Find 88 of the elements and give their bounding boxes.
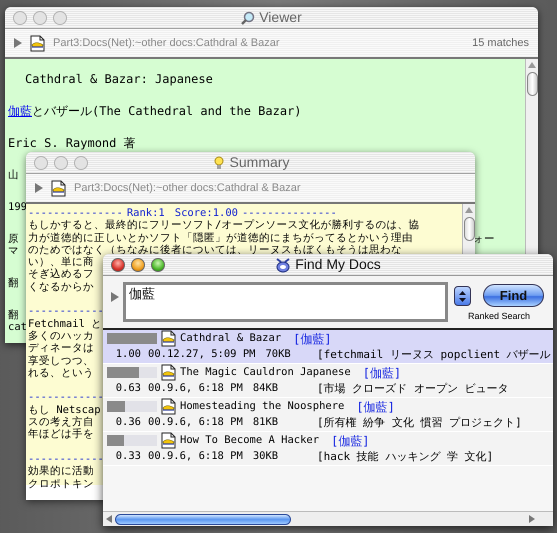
text-fragment: ォー (473, 233, 495, 245)
disclosure-triangle-icon[interactable] (35, 183, 43, 193)
result-row[interactable]: Homesteading the Noosphere [伽藍] 0.36 00.9.6, 6:18 PM 81KB [所有権 紛争 文化 慣習 プロジェクト] (103, 398, 553, 432)
file-path: Part3:Docs(Net):~other docs:Cathdral & Bazar (74, 180, 301, 196)
window-title: Summary (230, 153, 290, 172)
match-term: [伽藍] (293, 330, 332, 348)
text-line: 原 (8, 233, 19, 245)
title-bar[interactable]: Find My Docs (103, 254, 553, 276)
text-line: もし Netscap (28, 404, 101, 416)
document-icon (30, 34, 45, 52)
score-value: 1.00 (114, 347, 141, 362)
document-icon (51, 180, 66, 196)
text-line: れる、という (28, 366, 94, 380)
document-icon (161, 398, 176, 415)
rule-line: ------------ (28, 452, 104, 466)
zoom-button[interactable] (151, 258, 165, 272)
search-field[interactable]: 伽藍 (123, 282, 448, 322)
text-line: 199 (8, 201, 27, 213)
text-line: Eric S. Raymond 著 (8, 137, 136, 149)
text-line: 伽藍 とバザール(The Cathedral and the Bazar) (8, 105, 302, 117)
text-line: スの考え方自 (28, 416, 94, 428)
rule-line: --------------- (242, 207, 337, 219)
text-line: クロポトキン (28, 478, 94, 490)
text-line: くなるからか (28, 280, 94, 294)
keyword-list: [fetchmail リーヌス popclient バザール (317, 347, 553, 364)
score-value: 0.63 (114, 381, 141, 396)
rule-line: --------------- (28, 207, 123, 220)
rank-label: Rank:1 (126, 207, 165, 220)
result-row[interactable]: The Magic Cauldron Japanese [伽藍] 0.63 00.9.6, 6:18 PM 84KB [市場 クローズド オープン ビュータ (103, 364, 553, 398)
window-title: Viewer (259, 8, 302, 27)
date-modified: 00.12.27, 5:09 PM (148, 347, 256, 362)
score-value: 0.33 (114, 449, 141, 464)
lightbulb-icon (212, 155, 226, 170)
text-line: い）、単に商 (28, 256, 94, 268)
text-line: もしかすると、最終的にフリーソフト/オープンソース文化が勝利するのは、協 (28, 219, 420, 232)
text-line: ディネータは (28, 342, 94, 355)
date-modified: 00.9.6, 6:18 PM (148, 381, 243, 396)
search-mode-label: Ranked Search (468, 310, 530, 323)
search-mode-stepper[interactable] (454, 286, 471, 306)
keyword-list: [所有権 紛争 文化 慣習 プロジェクト] (317, 415, 553, 432)
result-row[interactable]: How To Become A Hacker [伽藍] 0.33 00.9.6, 6:18 PM 30KB [hack 技能 ハッキング 学 文化] (103, 432, 553, 466)
document-name: The Magic Cauldron Japanese (180, 364, 351, 380)
text-line: 翻 (8, 277, 19, 289)
match-count: 15 matches (472, 36, 529, 51)
magnifier-icon (241, 10, 256, 24)
text-line: 力が道徳的に正しいとかソフト「隠匿」が道徳的にまちがってるとかいう理由 (28, 232, 413, 244)
score-label: Score:1.00 (174, 207, 238, 220)
text-line: 多くのハッカ (28, 330, 94, 342)
score-value: 0.36 (114, 415, 141, 430)
file-path: Part3:Docs(Net):~other docs:Cathdral & Bazar (53, 36, 280, 51)
close-button[interactable] (111, 258, 125, 272)
text-line: 年ほどは手を (28, 428, 94, 441)
text-line: 山 (8, 169, 19, 181)
up-down-arrows-icon (459, 290, 466, 302)
find-button[interactable]: Find (483, 284, 544, 307)
disclosure-triangle-icon[interactable] (14, 38, 22, 48)
document-icon (161, 364, 176, 381)
document-name: Homesteading the Noosphere (180, 398, 344, 414)
window-title: Find My Docs (295, 255, 381, 274)
match-term: [伽藍] (356, 398, 395, 416)
document-name: Cathdral & Bazar (180, 330, 282, 346)
date-modified: 00.9.6, 6:18 PM (148, 415, 243, 430)
text-line: Fetchmail と (28, 318, 102, 330)
text-line: 効果的に活動 (28, 465, 94, 478)
text-line: 翻 (8, 309, 19, 321)
document-icon (161, 432, 176, 449)
text-line: そぎ込めるフ (28, 268, 94, 281)
app-icon (275, 256, 292, 272)
rule-line: ------------ (28, 305, 104, 318)
result-row[interactable]: Cathdral & Bazar [伽藍] 1.00 00.12.27, 5:09 PM 70KB [fetchmail リーヌス popclient バザール (103, 330, 553, 364)
match-term: [伽藍] (331, 432, 370, 450)
text-line: 享受しつつ、 (28, 354, 94, 367)
file-size: 30KB (252, 449, 278, 464)
match-term: [伽藍] (362, 364, 402, 382)
text-line: Cathdral & Bazar: Japanese (25, 73, 213, 85)
document-name: How To Become A Hacker (180, 432, 320, 448)
file-size: 84KB (252, 381, 278, 396)
disclosure-triangle-icon[interactable] (111, 292, 119, 302)
horizontal-scrollbar[interactable] (103, 511, 553, 526)
keyword-list: [市場 クローズド オープン ビュータ (317, 381, 553, 398)
text-line: マ (8, 245, 19, 257)
text-line: cat (8, 321, 27, 333)
minimize-button[interactable] (131, 258, 145, 272)
keyword-list: [hack 技能 ハッキング 学 文化] (317, 449, 553, 466)
file-size: 70KB (265, 347, 291, 362)
date-modified: 00.9.6, 6:18 PM (148, 449, 243, 464)
file-size: 81KB (252, 415, 278, 430)
rule-line: ------------ (28, 391, 104, 404)
